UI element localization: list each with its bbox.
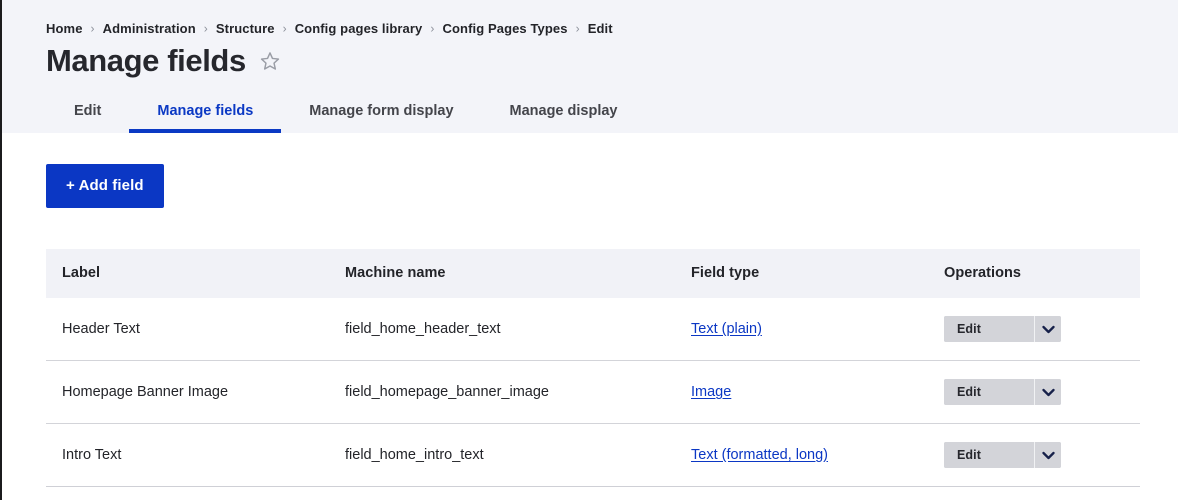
- breadcrumb-separator-icon: ›: [203, 21, 208, 35]
- field-type-link[interactable]: Text (formatted, long): [691, 447, 828, 463]
- table-body: Header Text field_home_header_text Text …: [46, 298, 1140, 487]
- tab-manage-fields[interactable]: Manage fields: [129, 103, 282, 133]
- chevron-down-icon[interactable]: [1034, 379, 1061, 405]
- edit-button[interactable]: Edit: [944, 442, 1034, 468]
- cell-field-type: Text (plain): [676, 298, 929, 361]
- tab-edit[interactable]: Edit: [46, 103, 129, 133]
- breadcrumb: Home › Administration › Structure › Conf…: [0, 0, 1178, 36]
- cell-label: Intro Text: [46, 423, 330, 487]
- breadcrumb-item-home[interactable]: Home: [46, 21, 83, 36]
- chevron-down-icon[interactable]: [1034, 316, 1061, 342]
- star-outline-icon[interactable]: [257, 48, 283, 74]
- field-type-link[interactable]: Image: [691, 384, 731, 400]
- field-type-link[interactable]: Text (plain): [691, 321, 762, 337]
- viewport-left-edge: [0, 0, 2, 500]
- column-header-label: Label: [46, 249, 330, 298]
- edit-button[interactable]: Edit: [944, 379, 1034, 405]
- table-row: Homepage Banner Image field_homepage_ban…: [46, 360, 1140, 424]
- cell-operations: Edit: [929, 360, 1140, 424]
- breadcrumb-item-config-pages-types[interactable]: Config Pages Types: [443, 21, 568, 36]
- title-row: Manage fields: [0, 36, 1178, 80]
- cell-machine-name: field_home_intro_text: [330, 423, 676, 487]
- table-row: Header Text field_home_header_text Text …: [46, 298, 1140, 361]
- edit-button[interactable]: Edit: [944, 316, 1034, 342]
- cell-field-type: Image: [676, 360, 929, 424]
- column-header-field-type: Field type: [676, 249, 929, 298]
- manage-fields-table: Label Machine name Field type Operations…: [46, 249, 1140, 487]
- breadcrumb-item-config-pages-library[interactable]: Config pages library: [295, 21, 423, 36]
- cell-label: Homepage Banner Image: [46, 360, 330, 424]
- cell-label: Header Text: [46, 298, 330, 361]
- breadcrumb-separator-icon: ›: [282, 21, 287, 35]
- primary-tabs: Edit Manage fields Manage form display M…: [46, 91, 646, 133]
- main-content: + Add field Label Machine name Field typ…: [0, 133, 1178, 487]
- table-header-row: Label Machine name Field type Operations: [46, 249, 1140, 298]
- breadcrumb-separator-icon: ›: [430, 21, 435, 35]
- chevron-down-icon[interactable]: [1034, 442, 1061, 468]
- table-header: Label Machine name Field type Operations: [46, 249, 1140, 298]
- page-title: Manage fields: [46, 43, 246, 78]
- cell-machine-name: field_home_header_text: [330, 298, 676, 361]
- breadcrumb-item-edit[interactable]: Edit: [588, 21, 613, 36]
- add-field-button[interactable]: + Add field: [46, 164, 164, 208]
- tab-manage-form-display[interactable]: Manage form display: [281, 103, 481, 133]
- cell-operations: Edit: [929, 298, 1140, 361]
- operations-dropbutton: Edit: [944, 379, 1061, 405]
- column-header-machine-name: Machine name: [330, 249, 676, 298]
- page-root: Home › Administration › Structure › Conf…: [0, 0, 1178, 500]
- tab-manage-display[interactable]: Manage display: [482, 103, 646, 133]
- breadcrumb-item-administration[interactable]: Administration: [103, 21, 196, 36]
- operations-dropbutton: Edit: [944, 316, 1061, 342]
- cell-operations: Edit: [929, 423, 1140, 487]
- breadcrumb-separator-icon: ›: [575, 21, 580, 35]
- cell-machine-name: field_homepage_banner_image: [330, 360, 676, 424]
- table-row: Intro Text field_home_intro_text Text (f…: [46, 423, 1140, 487]
- operations-dropbutton: Edit: [944, 442, 1061, 468]
- breadcrumb-separator-icon: ›: [90, 21, 95, 35]
- cell-field-type: Text (formatted, long): [676, 423, 929, 487]
- breadcrumb-item-structure[interactable]: Structure: [216, 21, 275, 36]
- column-header-operations: Operations: [929, 249, 1140, 298]
- page-header: Home › Administration › Structure › Conf…: [0, 0, 1178, 133]
